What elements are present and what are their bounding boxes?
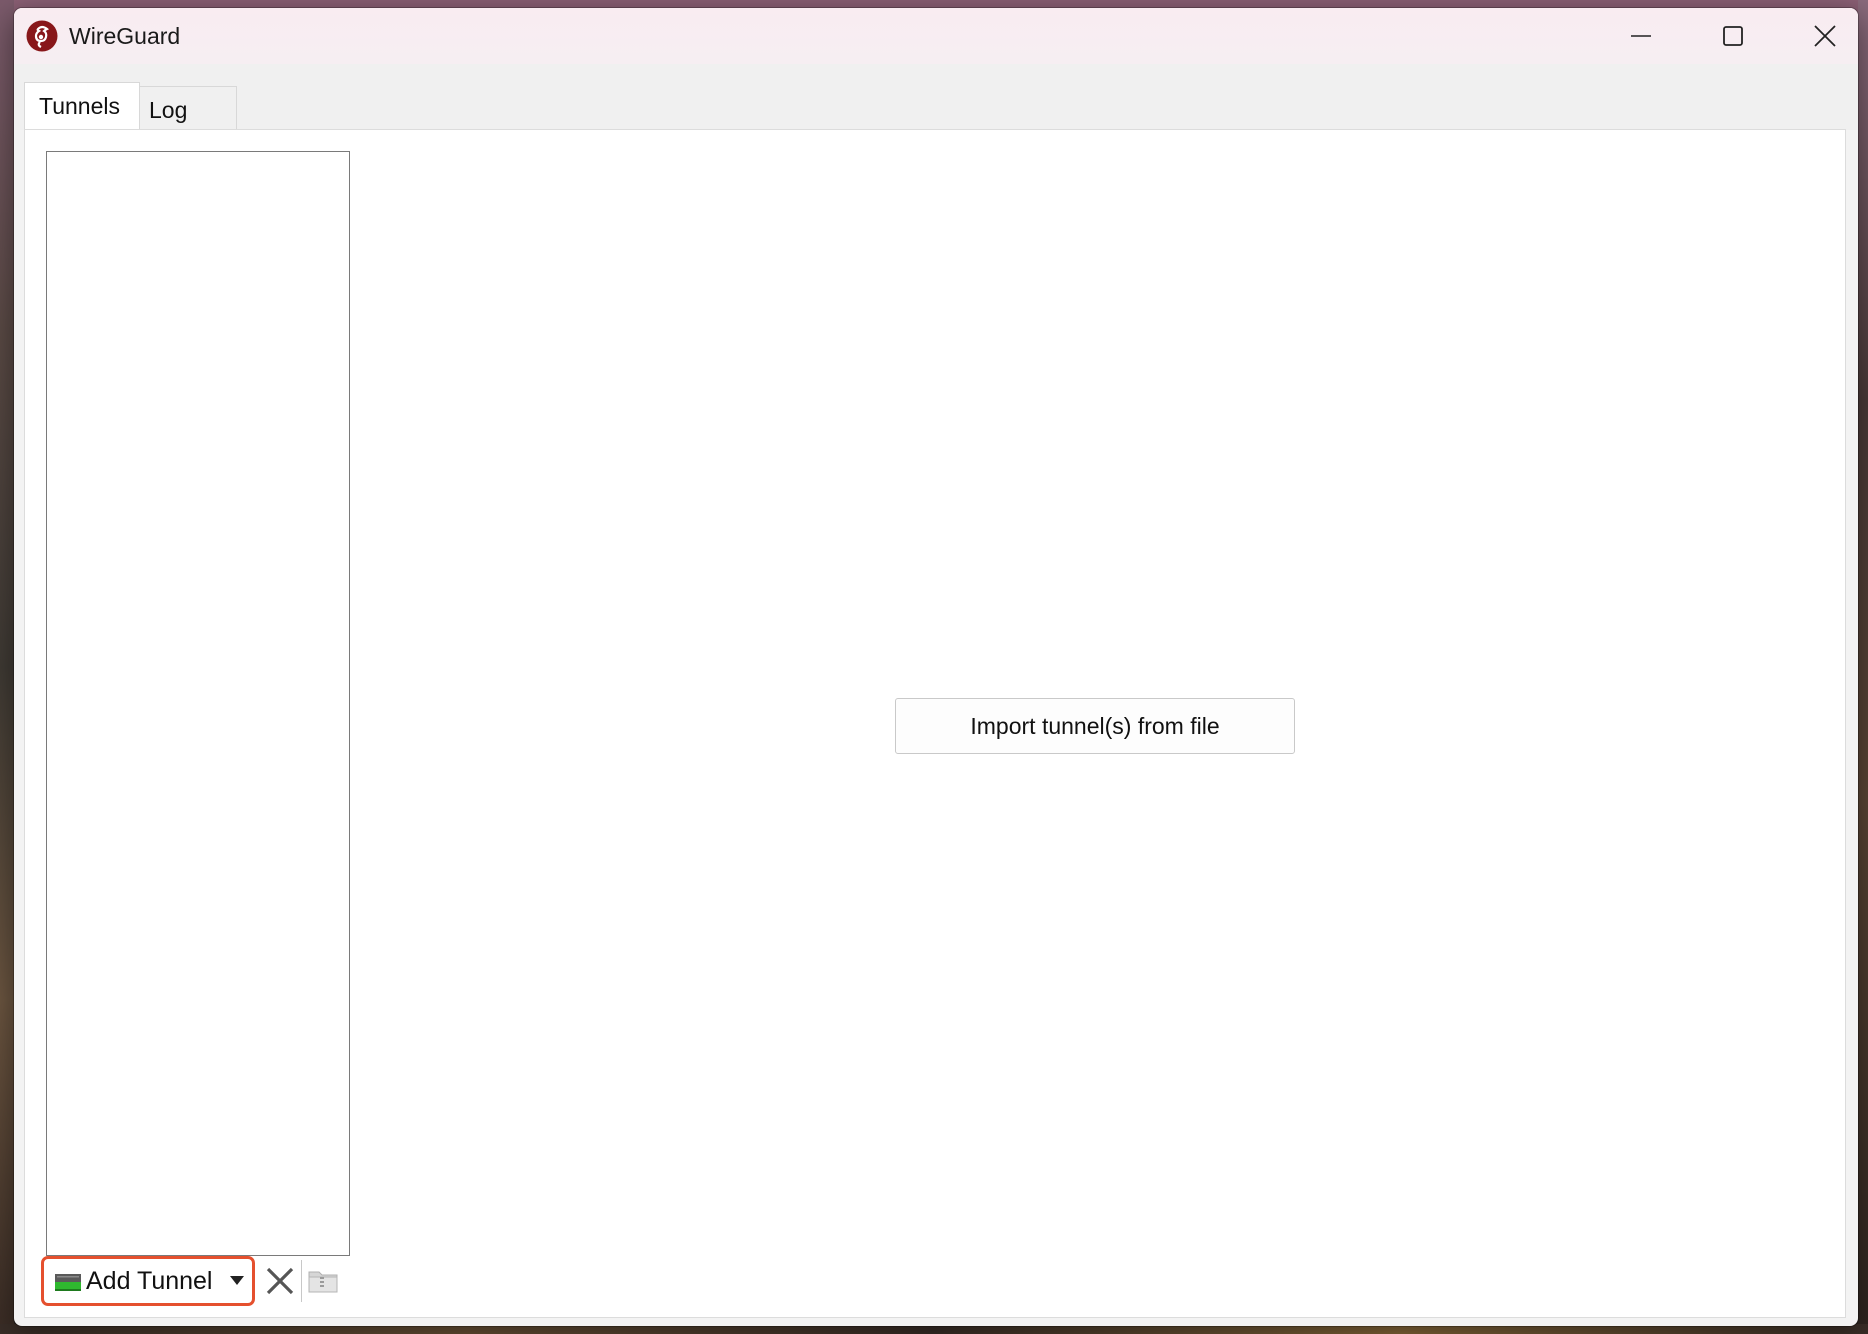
import-tunnels-button[interactable]: Import tunnel(s) from file <box>895 698 1295 754</box>
tab-tunnels-label: Tunnels <box>39 92 120 119</box>
tab-log[interactable]: Log <box>139 86 237 129</box>
minimize-icon <box>1631 35 1651 37</box>
close-x-icon <box>266 1267 294 1295</box>
close-icon <box>1814 25 1836 47</box>
add-tunnel-button[interactable]: Add Tunnel <box>41 1256 255 1306</box>
desktop-background-left <box>0 0 14 1334</box>
wireguard-logo-icon <box>26 20 58 52</box>
tunnels-panel: Add Tunnel Import tunnel(s) from file <box>24 129 1846 1318</box>
desktop-background-right <box>1858 0 1868 1334</box>
minimize-button[interactable] <box>1596 8 1686 64</box>
maximize-icon <box>1723 26 1743 46</box>
network-adapter-icon <box>55 1274 81 1291</box>
tunnel-list[interactable] <box>46 151 350 1256</box>
toolbar-separator <box>301 1260 302 1302</box>
export-tunnels-button[interactable] <box>305 1264 341 1298</box>
delete-tunnel-button[interactable] <box>263 1264 297 1298</box>
caret-down-icon[interactable] <box>230 1276 244 1286</box>
maximize-button[interactable] <box>1688 8 1778 64</box>
title-bar[interactable]: WireGuard <box>14 8 1858 64</box>
close-button[interactable] <box>1780 8 1858 64</box>
tab-bar: Tunnels Log <box>14 64 1858 130</box>
add-tunnel-label: Add Tunnel <box>86 1266 213 1295</box>
tunnel-toolbar: Add Tunnel <box>41 1256 361 1308</box>
zip-folder-icon <box>308 1271 338 1293</box>
tab-log-label: Log <box>149 96 188 123</box>
tab-tunnels[interactable]: Tunnels <box>24 82 140 129</box>
wireguard-window: WireGuard Tunnels Log Add Tunnel Import … <box>14 8 1858 1326</box>
window-title: WireGuard <box>69 23 181 49</box>
